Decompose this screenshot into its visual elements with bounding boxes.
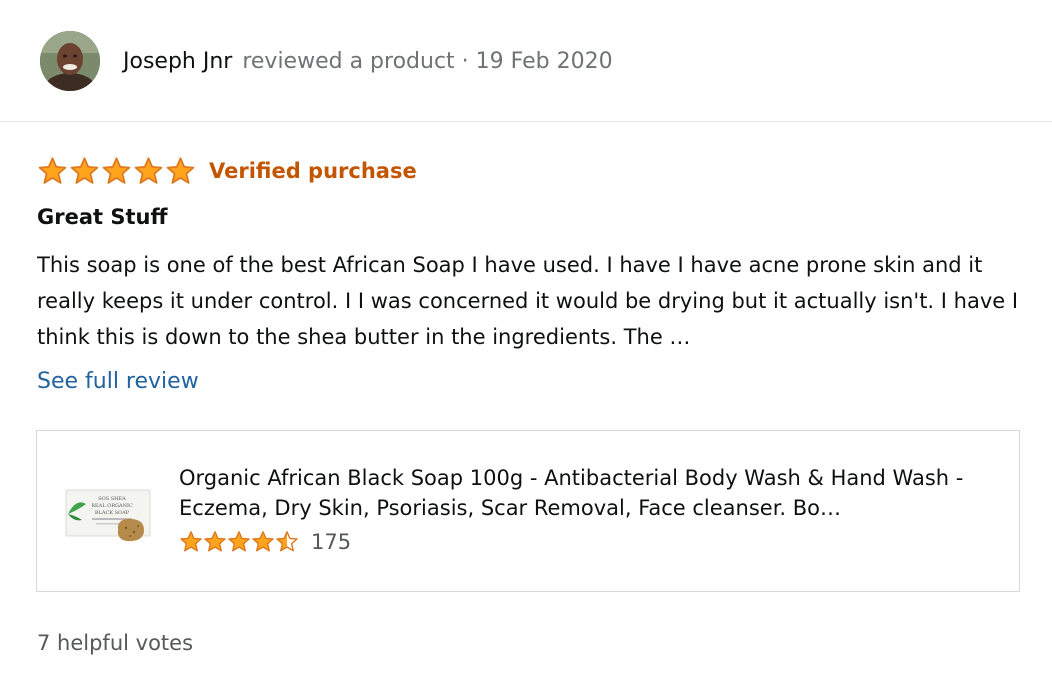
see-full-review-link[interactable]: See full review	[37, 366, 199, 398]
product-rating-row: 175	[179, 527, 351, 557]
helpful-votes: 7 helpful votes	[37, 631, 194, 655]
reviewer-avatar[interactable]	[40, 31, 100, 91]
soap-product-image[interactable]: SOS SHEA REAL ORGANIC BLACK SOAP	[58, 464, 158, 559]
star-half-icon	[276, 531, 298, 552]
reviewer-line: Joseph Jnr reviewed a product · 19 Feb 20…	[123, 46, 613, 78]
star-full-icon	[252, 531, 274, 552]
star-full-icon	[166, 156, 195, 184]
review-meta: reviewed a product · 19 Feb 2020	[242, 49, 613, 74]
star-full-icon	[70, 156, 99, 184]
product-title[interactable]: Organic African Black Soap 100g - Antiba…	[179, 463, 999, 523]
star-full-icon	[134, 156, 163, 184]
thumb-label-line-1: SOS SHEA	[98, 496, 126, 502]
verified-purchase-badge: Verified purchase	[209, 159, 417, 183]
review-header: Joseph Jnr reviewed a product · 19 Feb 20…	[0, 0, 1052, 122]
star-full-icon	[204, 531, 226, 552]
product-rating-count[interactable]: 175	[311, 530, 351, 554]
product-star-rating[interactable]	[179, 530, 299, 554]
review-rating-row: Verified purchase	[37, 154, 417, 188]
star-full-icon	[180, 531, 202, 552]
thumb-label-line-2: REAL ORGANIC	[91, 503, 133, 509]
review-body: This soap is one of the best African Soa…	[37, 253, 1019, 349]
product-card[interactable]: SOS SHEA REAL ORGANIC BLACK SOAP Organic…	[36, 430, 1020, 592]
star-full-icon	[228, 531, 250, 552]
review-title: Great Stuff	[37, 205, 168, 229]
thumb-label-line-3: BLACK SOAP	[95, 510, 130, 516]
reviewer-name[interactable]: Joseph Jnr	[123, 49, 232, 74]
star-full-icon	[38, 156, 67, 184]
review-star-rating	[37, 156, 196, 187]
star-full-icon	[102, 156, 131, 184]
